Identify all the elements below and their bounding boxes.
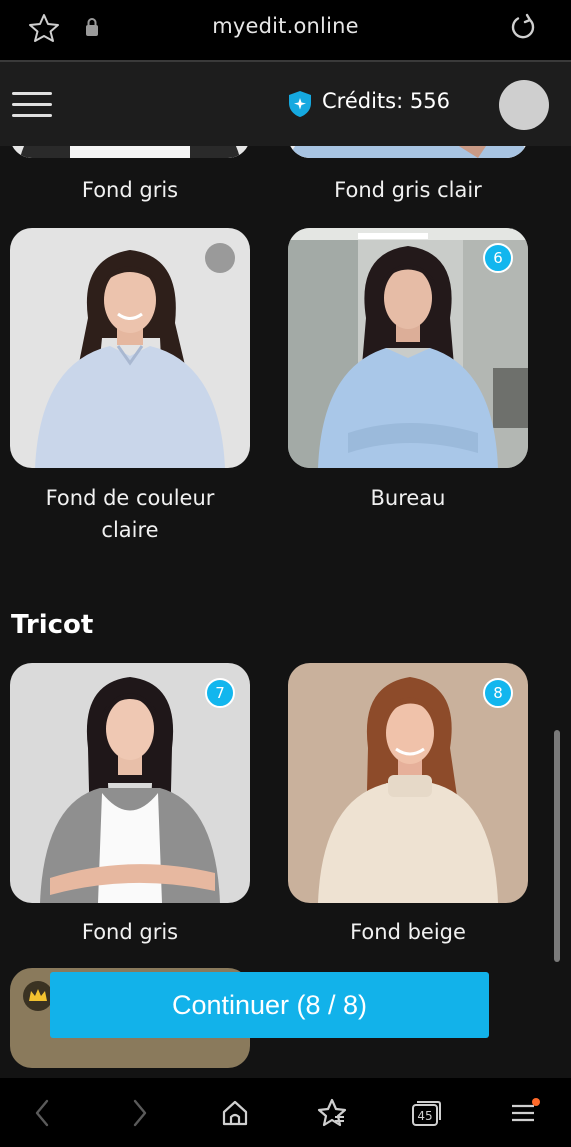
avatar[interactable] — [499, 80, 549, 130]
credits-counter: Crédits: 556 — [322, 89, 450, 113]
tabs-count: 45 — [417, 1109, 432, 1123]
continue-button[interactable]: Continuer (8 / 8) — [50, 972, 489, 1038]
style-thumbnail-tricot-fond-beige[interactable]: 8 — [288, 663, 528, 903]
notification-dot — [532, 1097, 540, 1106]
style-caption: Fond gris — [81, 920, 179, 944]
style-caption: Fond gris — [81, 178, 179, 202]
style-caption: Fond de couleur claire — [45, 486, 215, 542]
style-gallery: Fond gris Fond gris clair 6 Fond de coul… — [0, 146, 571, 1078]
credits-shield-icon — [287, 90, 313, 122]
style-caption: Fond gris clair — [334, 178, 482, 202]
section-title: Tricot — [11, 610, 94, 640]
style-thumbnail-tricot-fond-gris[interactable]: 7 — [10, 663, 250, 903]
reload-icon[interactable] — [508, 12, 538, 46]
forward-icon[interactable] — [110, 1078, 170, 1147]
style-thumbnail-fond-de-couleur-claire[interactable] — [10, 228, 250, 468]
selection-badge[interactable] — [205, 243, 235, 273]
browser-bottom-nav: 45 — [0, 1078, 571, 1147]
selection-badge[interactable]: 7 — [205, 678, 235, 708]
browser-url-bar: myedit.online — [0, 0, 571, 62]
app-header — [0, 62, 571, 146]
hamburger-menu-icon[interactable] — [0, 62, 64, 146]
selection-badge[interactable]: 6 — [483, 243, 513, 273]
url-text[interactable]: myedit.online — [0, 14, 571, 38]
menu-icon[interactable] — [494, 1078, 554, 1147]
style-thumbnail-fond-gris-clair-top[interactable] — [288, 146, 528, 158]
style-caption: Bureau — [370, 486, 446, 510]
selection-badge[interactable]: 8 — [483, 678, 513, 708]
back-icon[interactable] — [12, 1078, 72, 1147]
tabs-icon[interactable]: 45 — [396, 1078, 456, 1147]
home-icon[interactable] — [205, 1078, 265, 1147]
scrollbar[interactable] — [554, 730, 560, 962]
favorites-icon[interactable] — [302, 1078, 362, 1147]
style-thumbnail-bureau[interactable]: 6 — [288, 228, 528, 468]
style-thumbnail-fond-gris-top[interactable] — [10, 146, 250, 158]
style-caption: Fond beige — [350, 920, 466, 944]
